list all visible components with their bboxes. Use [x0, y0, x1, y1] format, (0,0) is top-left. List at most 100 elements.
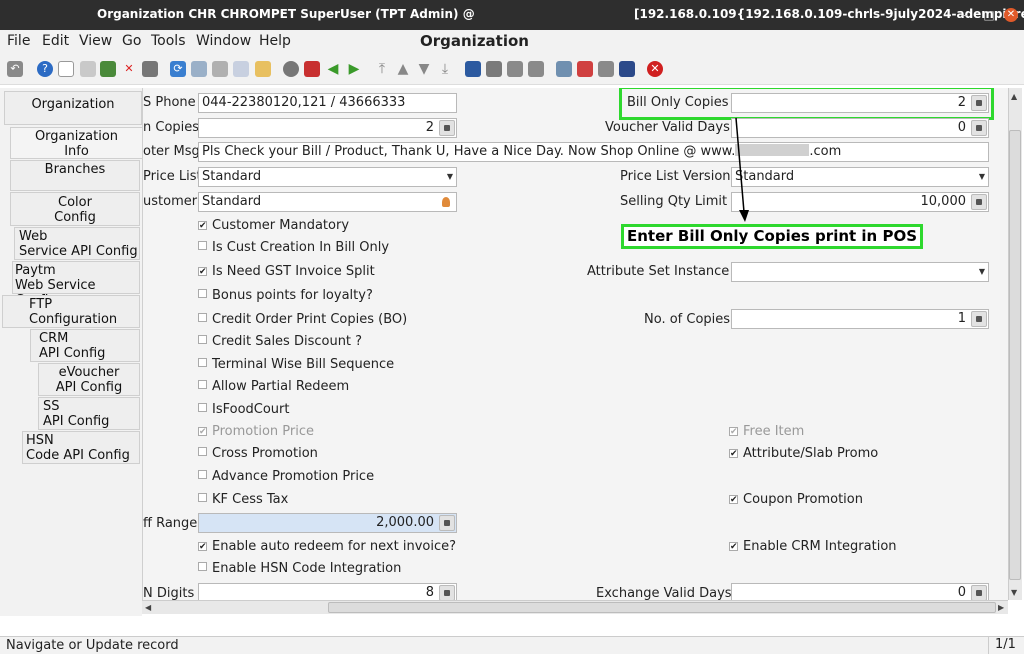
scroll-right-icon[interactable]: ▶: [998, 603, 1004, 612]
next-record-icon[interactable]: ▼: [416, 61, 432, 77]
requests-icon[interactable]: [598, 61, 614, 77]
print-icon[interactable]: [528, 61, 544, 77]
tab-evoucher-api-config[interactable]: eVoucher API Config: [38, 363, 140, 396]
menu-help[interactable]: Help: [259, 33, 291, 49]
selling-qty-limit-field[interactable]: 10,000: [731, 192, 989, 212]
lookup-icon[interactable]: [442, 197, 450, 207]
annotation-arrow: [735, 117, 749, 222]
no-of-copies-spinner-icon[interactable]: [971, 311, 987, 327]
tab-color-config[interactable]: Color Config: [10, 192, 140, 226]
menu-edit[interactable]: Edit: [42, 33, 69, 49]
menu-window[interactable]: Window: [196, 33, 251, 49]
exchange-valid-days-spinner-icon[interactable]: [971, 585, 987, 600]
help-icon[interactable]: ?: [37, 61, 53, 77]
archive-icon[interactable]: [486, 61, 502, 77]
report-icon[interactable]: [465, 61, 481, 77]
advance-promotion-price-checkbox[interactable]: Advance Promotion Price: [198, 469, 374, 484]
close-window-icon[interactable]: ✕: [1004, 8, 1018, 22]
first-record-icon[interactable]: ⤒: [374, 61, 390, 77]
menu-tools[interactable]: Tools: [151, 33, 186, 49]
voucher-valid-days-spinner-icon[interactable]: [971, 120, 987, 136]
copies-field[interactable]: 2: [198, 118, 457, 138]
home-icon[interactable]: [304, 61, 320, 77]
chevron-down-icon[interactable]: ▼: [977, 169, 987, 185]
range-spinner-icon[interactable]: [439, 515, 455, 531]
copy-icon[interactable]: [80, 61, 96, 77]
scroll-left-icon[interactable]: ◀: [145, 603, 151, 612]
product-info-icon[interactable]: [619, 61, 635, 77]
scroll-up-icon[interactable]: ▲: [1011, 92, 1017, 101]
tab-hsn-code-api-config[interactable]: HSN Code API Config: [22, 431, 140, 464]
tab-organization-info[interactable]: Organization Info: [10, 127, 142, 159]
print-preview-icon[interactable]: [507, 61, 523, 77]
menu-view[interactable]: View: [79, 33, 112, 49]
digits-field[interactable]: 8: [198, 583, 457, 600]
credit-order-copies-checkbox[interactable]: Credit Order Print Copies (BO): [198, 312, 407, 327]
tab-paytm-web-service-config[interactable]: PaytmWeb Service Config: [12, 261, 140, 308]
previous-record-icon[interactable]: ▲: [395, 61, 411, 77]
save-icon[interactable]: [142, 61, 158, 77]
delete-icon[interactable]: [100, 61, 116, 77]
voucher-valid-days-field[interactable]: 0: [731, 118, 989, 138]
tab-ss-api-config[interactable]: SS API Config: [38, 397, 140, 430]
maximize-icon[interactable]: □: [982, 8, 996, 22]
terminal-bill-seq-checkbox[interactable]: Terminal Wise Bill Sequence: [198, 357, 394, 372]
active-workflows-icon[interactable]: [577, 61, 593, 77]
tab-organization[interactable]: Organization: [4, 91, 142, 125]
auto-redeem-checkbox[interactable]: ✔ Enable auto redeem for next invoice?: [198, 539, 456, 554]
cust-creation-bill-only-checkbox[interactable]: Is Cust Creation In Bill Only: [198, 240, 389, 255]
chat-icon[interactable]: [233, 61, 249, 77]
history-icon[interactable]: [283, 61, 299, 77]
tab-ftp-configuration[interactable]: FTP Configuration: [2, 295, 140, 328]
scroll-down-icon[interactable]: ▼: [1011, 588, 1017, 597]
vertical-scroll-thumb[interactable]: [1009, 130, 1021, 580]
phone-field[interactable]: 044-22380120,121 / 43666333: [198, 93, 457, 113]
digits-spinner-icon[interactable]: [439, 585, 455, 600]
bonus-points-checkbox[interactable]: Bonus points for loyalty?: [198, 288, 373, 303]
crm-integration-checkbox[interactable]: ✔ Enable CRM Integration: [729, 539, 897, 554]
exchange-valid-days-field[interactable]: 0: [731, 583, 989, 600]
need-gst-split-checkbox[interactable]: ✔ Is Need GST Invoice Split: [198, 264, 375, 279]
refresh-icon[interactable]: ⟳: [170, 61, 186, 77]
forward-icon[interactable]: ▶: [346, 61, 362, 77]
no-of-copies-field[interactable]: 1: [731, 309, 989, 329]
attribute-slab-promo-checkbox[interactable]: ✔ Attribute/Slab Promo: [729, 446, 878, 461]
footer-msg-field[interactable]: Pls Check your Bill / Product, Thank U, …: [198, 142, 989, 162]
cross-promotion-checkbox[interactable]: Cross Promotion: [198, 446, 318, 461]
customer-field[interactable]: Standard: [198, 192, 457, 212]
grid-toggle-icon[interactable]: [255, 61, 271, 77]
tab-web-service-api-config[interactable]: Web Service API Config: [14, 227, 140, 260]
undo-icon[interactable]: ↶: [7, 61, 23, 77]
menu-go[interactable]: Go: [122, 33, 141, 49]
attachment-icon[interactable]: [212, 61, 228, 77]
exit-icon[interactable]: ✕: [647, 61, 663, 77]
find-icon[interactable]: [191, 61, 207, 77]
window-title-left: Organization CHR CHROMPET SuperUser (TPT…: [97, 7, 475, 21]
kf-cess-tax-checkbox[interactable]: KF Cess Tax: [198, 492, 288, 507]
cancel-icon[interactable]: ✕: [121, 61, 137, 77]
hsn-integration-checkbox[interactable]: Enable HSN Code Integration: [198, 561, 401, 576]
allow-partial-redeem-checkbox[interactable]: Allow Partial Redeem: [198, 379, 349, 394]
last-record-icon[interactable]: ⤓: [437, 61, 453, 77]
customer-mandatory-checkbox[interactable]: ✔ Customer Mandatory: [198, 218, 349, 233]
price-list-select[interactable]: Standard ▼: [198, 167, 457, 187]
credit-sales-discount-checkbox[interactable]: Credit Sales Discount ?: [198, 334, 362, 349]
attribute-set-instance-select[interactable]: ▼: [731, 262, 989, 282]
chevron-down-icon[interactable]: ▼: [445, 169, 455, 185]
tab-crm-api-config[interactable]: CRM API Config: [30, 329, 140, 362]
back-icon[interactable]: ◀: [325, 61, 341, 77]
copies-spinner-icon[interactable]: [439, 120, 455, 136]
coupon-promotion-checkbox[interactable]: ✔ Coupon Promotion: [729, 492, 863, 507]
chevron-down-icon[interactable]: ▼: [977, 264, 987, 280]
tab-panel: Organization Organization Info Branches C…: [0, 88, 142, 616]
is-food-court-checkbox[interactable]: IsFoodCourt: [198, 402, 290, 417]
price-list-version-select[interactable]: Standard ▼: [731, 167, 989, 187]
minimize-icon[interactable]: –: [958, 8, 972, 22]
range-field[interactable]: 2,000.00: [198, 513, 457, 533]
selling-qty-limit-spinner-icon[interactable]: [971, 194, 987, 210]
new-icon[interactable]: [58, 61, 74, 77]
menu-file[interactable]: File: [7, 33, 30, 49]
horizontal-scroll-thumb[interactable]: [328, 602, 996, 613]
tab-branches[interactable]: Branches: [10, 160, 140, 191]
zoom-across-icon[interactable]: [556, 61, 572, 77]
